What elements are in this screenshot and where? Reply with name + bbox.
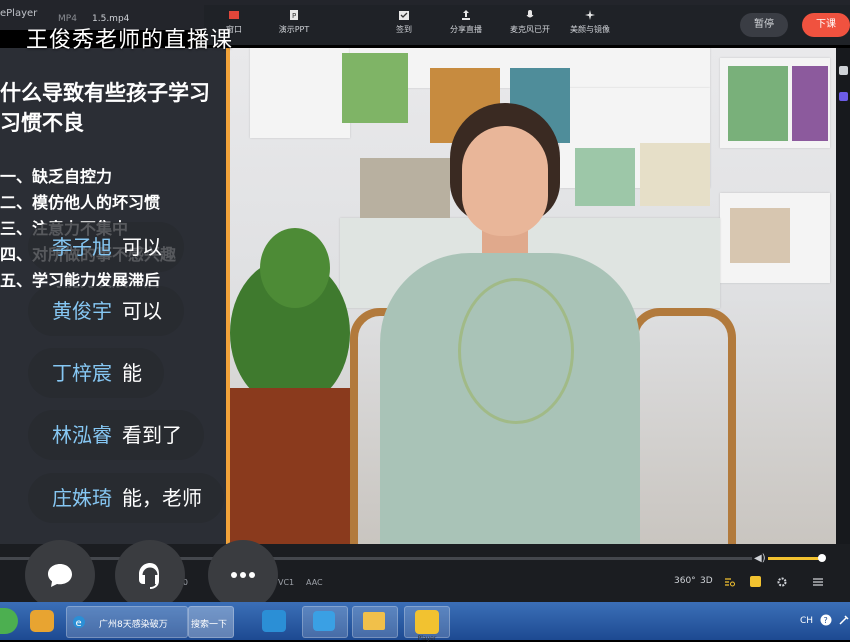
comment-author: 庄姝琦 (52, 486, 112, 510)
end-class-button[interactable]: 下课 (802, 13, 850, 37)
ppt-icon: P (290, 10, 298, 20)
playlist-search-icon[interactable] (724, 576, 736, 588)
comment-author: 林泓睿 (52, 423, 112, 447)
volume-icon[interactable]: ◀) (754, 553, 766, 564)
taskbar-browser-tab[interactable]: e 广州8天感染破万 (66, 606, 188, 638)
chat-bubble-icon (48, 564, 72, 587)
comment-author: 李子旭 (52, 235, 112, 259)
slide-point: 一、缺乏自控力 (0, 167, 113, 186)
teacher-video (230, 48, 836, 544)
audio-codec: AAC (306, 578, 323, 587)
slide-heading: 什么导致有些孩子学习习惯不良 (0, 81, 210, 135)
tray-help-icon[interactable]: ? (820, 614, 832, 626)
svg-text:?: ? (824, 616, 828, 625)
more-button[interactable] (208, 540, 278, 610)
player-app-icon: Player (415, 610, 439, 642)
svg-text:P: P (292, 12, 296, 20)
network-icon (313, 611, 335, 631)
stream-title: 王俊秀老师的直播课 (26, 28, 234, 53)
chat-comment: 丁梓宸能 (28, 348, 164, 398)
comment-text: 能 (122, 361, 142, 385)
tool-share[interactable]: 分享直播 (436, 9, 496, 35)
live-toolbar: 窗口 P 演示PPT 签到 分享直播 麦克风已开 美颜与镜像 暂停 下课 (204, 5, 850, 45)
comment-text: 可以 (122, 235, 162, 259)
ie-icon: e (73, 616, 85, 629)
chat-comment: 林泓睿 看到了 (28, 410, 204, 460)
chat-button[interactable] (25, 540, 95, 610)
taskbar-explorer[interactable] (352, 606, 398, 638)
taskbar-app[interactable] (302, 606, 348, 638)
gear-icon[interactable] (776, 576, 788, 588)
microphone-icon (526, 10, 534, 18)
comment-text: 能，老师 (122, 486, 202, 510)
vr-360-button[interactable]: 360° (674, 576, 696, 586)
sidebar-icon[interactable] (839, 66, 848, 75)
start-button[interactable] (0, 608, 18, 634)
menu-icon[interactable] (812, 576, 824, 588)
tool-microphone[interactable]: 麦克风已开 (500, 9, 560, 35)
taskbar: e 广州8天感染破万 搜索一下 Player CH ? (0, 602, 850, 642)
sidebar-icon[interactable] (839, 92, 848, 101)
progress-track[interactable] (0, 557, 752, 560)
beauty-icon (585, 10, 595, 20)
checkin-icon (399, 11, 409, 20)
chat-comment: 李子旭 可以 (28, 222, 184, 272)
more-dots-icon (231, 572, 255, 578)
chat-comment: 黄俊宇 可以 (28, 286, 184, 336)
right-sidebar (836, 48, 850, 544)
folder-icon (363, 612, 385, 630)
microphone-button[interactable] (115, 540, 185, 610)
headset-icon (139, 563, 159, 589)
tray-tools-icon[interactable] (838, 614, 850, 626)
comment-text: 看到了 (122, 423, 182, 447)
share-icon (462, 10, 470, 20)
tool-checkin[interactable]: 签到 (374, 9, 434, 35)
volume-slider[interactable] (768, 557, 820, 560)
3d-button[interactable]: 3D (700, 576, 713, 586)
taskbar-player[interactable]: Player (404, 606, 450, 642)
taskbar-search-button[interactable]: 搜索一下 (188, 606, 234, 638)
tool-beauty[interactable]: 美颜与镜像 (560, 9, 620, 35)
bookmark-icon[interactable] (750, 576, 761, 587)
tool-ppt[interactable]: P 演示PPT (264, 9, 324, 35)
chat-comment: 庄姝琦 能，老师 (28, 473, 224, 523)
video-codec: VC1 (278, 578, 295, 587)
svg-text:e: e (76, 618, 82, 629)
comment-author: 黄俊宇 (52, 299, 112, 323)
comment-author: 丁梓宸 (52, 361, 112, 385)
tray-language[interactable]: CH (800, 616, 813, 626)
window-icon (229, 11, 239, 19)
app-icon-360[interactable] (30, 610, 54, 632)
pause-button[interactable]: 暂停 (740, 13, 788, 37)
media-player-icon[interactable] (262, 610, 286, 632)
volume-knob[interactable] (818, 554, 826, 562)
slide-point: 二、模仿他人的坏习惯 (0, 193, 161, 212)
app-label: ePlayer (0, 8, 38, 19)
comment-text: 可以 (122, 299, 162, 323)
